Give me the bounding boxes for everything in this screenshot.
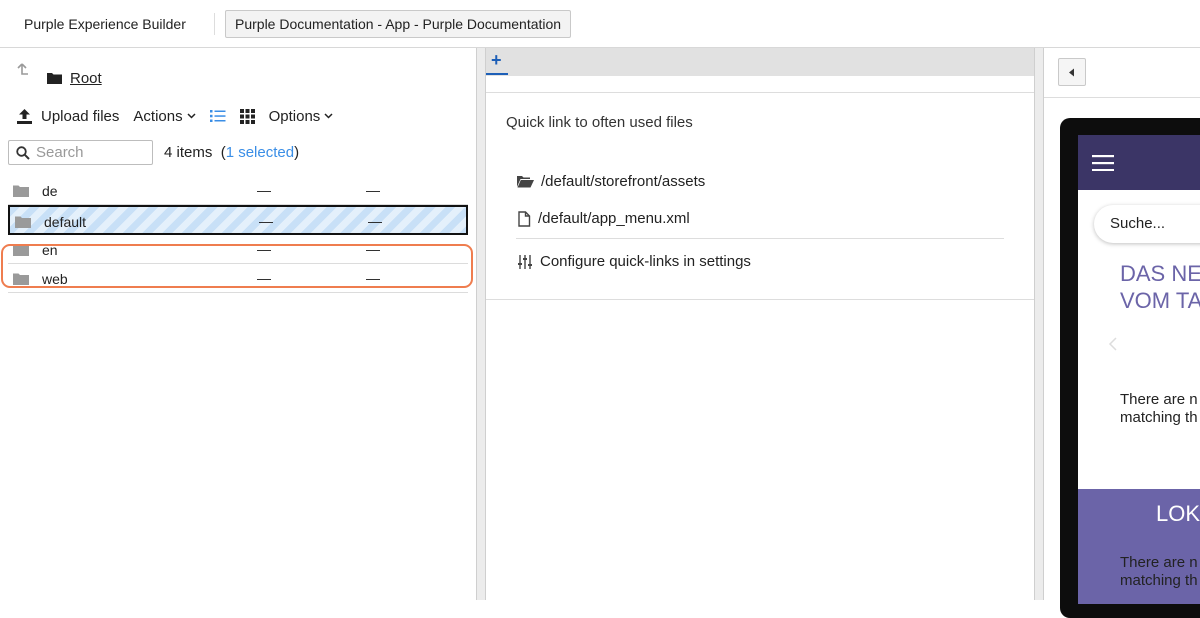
- grid-view-button[interactable]: [239, 108, 255, 124]
- folder-open-icon: [517, 176, 534, 188]
- document-selector-button[interactable]: Purple Documentation - App - Purple Docu…: [225, 10, 572, 38]
- panel-splitter[interactable]: [476, 48, 486, 600]
- chevron-down-icon: [187, 113, 196, 119]
- file-size: —: [257, 182, 271, 198]
- quick-link-label: /default/app_menu.xml: [538, 210, 690, 227]
- file-list: de — — default — — en — — web — —: [8, 176, 468, 293]
- add-tab-button[interactable]: +: [486, 48, 508, 76]
- file-size: —: [257, 241, 271, 257]
- file-browser-panel: Root Upload files Actions Options Search…: [0, 48, 478, 600]
- file-icon: [518, 210, 531, 227]
- file-name: default: [44, 214, 87, 230]
- file-row[interactable]: de — —: [8, 176, 468, 205]
- search-box: [8, 140, 153, 165]
- promo-section: LOK There are n matching th: [1078, 489, 1200, 604]
- empty-state-text: There are n matching th: [1120, 391, 1198, 426]
- folder-icon: [13, 244, 29, 256]
- panel-splitter[interactable]: [1034, 48, 1044, 600]
- folder-icon: [13, 185, 29, 197]
- quick-link-label: /default/storefront/assets: [541, 173, 706, 190]
- quick-links-panel: + Quick link to often used files /defaul…: [486, 48, 1034, 600]
- configure-quick-links-label: Configure quick-links in settings: [540, 253, 751, 270]
- list-view-button[interactable]: [209, 109, 226, 123]
- folder-icon: [47, 73, 62, 84]
- options-label: Options: [268, 107, 321, 125]
- search-input[interactable]: [36, 143, 148, 162]
- chevron-down-icon: [324, 113, 333, 119]
- items-count: 4 items (1 selected): [164, 144, 300, 161]
- items-count-text: 4 items: [164, 144, 213, 161]
- divider: [1044, 97, 1200, 98]
- app-search-field[interactable]: Suche...: [1094, 205, 1200, 243]
- file-modified: —: [366, 241, 380, 257]
- folder-icon: [15, 216, 31, 228]
- list-view-icon: [209, 110, 226, 122]
- file-name: en: [42, 242, 58, 258]
- app-preview-screen: Suche... DAS NE VOM TA There are n match…: [1078, 135, 1200, 604]
- selected-count-link[interactable]: 1 selected: [226, 144, 294, 161]
- top-bar: Purple Experience Builder Purple Documen…: [0, 0, 1200, 48]
- divider: [486, 92, 1034, 93]
- promo-title: LOK: [1156, 501, 1200, 526]
- file-modified: —: [366, 182, 380, 198]
- upload-files-button[interactable]: Upload files: [16, 108, 119, 125]
- chevron-left-icon[interactable]: [1108, 337, 1118, 351]
- app-title: Purple Experience Builder: [24, 16, 186, 32]
- tab-bar: +: [486, 48, 1034, 76]
- caret-left-icon: [1069, 68, 1074, 77]
- file-row[interactable]: web — —: [8, 264, 468, 293]
- up-level-icon[interactable]: [14, 62, 30, 80]
- folder-icon: [13, 273, 29, 285]
- toolbar-divider: [214, 13, 215, 35]
- breadcrumb-root-link[interactable]: Root: [70, 70, 102, 87]
- options-dropdown[interactable]: Options: [269, 108, 334, 125]
- quick-links-heading: Quick link to often used files: [506, 114, 693, 131]
- file-modified: —: [368, 213, 382, 229]
- divider: [486, 299, 1034, 300]
- grid-view-icon: [239, 108, 255, 124]
- app-search-placeholder: Suche...: [1110, 215, 1166, 232]
- file-toolbar: Upload files Actions Options: [16, 106, 347, 126]
- empty-state-text: There are n matching th: [1120, 554, 1198, 589]
- actions-dropdown[interactable]: Actions: [133, 107, 196, 125]
- search-icon: [16, 146, 30, 160]
- active-tab-indicator: [486, 73, 508, 75]
- file-modified: —: [366, 270, 380, 286]
- upload-icon: [17, 108, 32, 124]
- collapse-panel-button[interactable]: [1058, 58, 1086, 86]
- actions-label: Actions: [133, 107, 183, 125]
- file-row[interactable]: default — —: [8, 205, 468, 235]
- file-name: de: [42, 183, 58, 199]
- app-header: [1078, 135, 1200, 190]
- sliders-icon: [518, 254, 532, 269]
- file-row[interactable]: en — —: [8, 235, 468, 264]
- hamburger-menu-icon[interactable]: [1092, 155, 1114, 171]
- configure-quick-links-link[interactable]: Configure quick-links in settings: [517, 253, 751, 270]
- file-size: —: [259, 213, 273, 229]
- divider: [516, 238, 1004, 239]
- quick-link-app-menu[interactable]: /default/app_menu.xml: [517, 210, 690, 227]
- quick-link-assets[interactable]: /default/storefront/assets: [517, 173, 705, 190]
- plus-icon: +: [491, 50, 502, 70]
- file-size: —: [257, 270, 271, 286]
- upload-files-label: Upload files: [41, 107, 120, 125]
- app-headline: DAS NE VOM TA: [1120, 261, 1200, 313]
- file-name: web: [42, 271, 68, 287]
